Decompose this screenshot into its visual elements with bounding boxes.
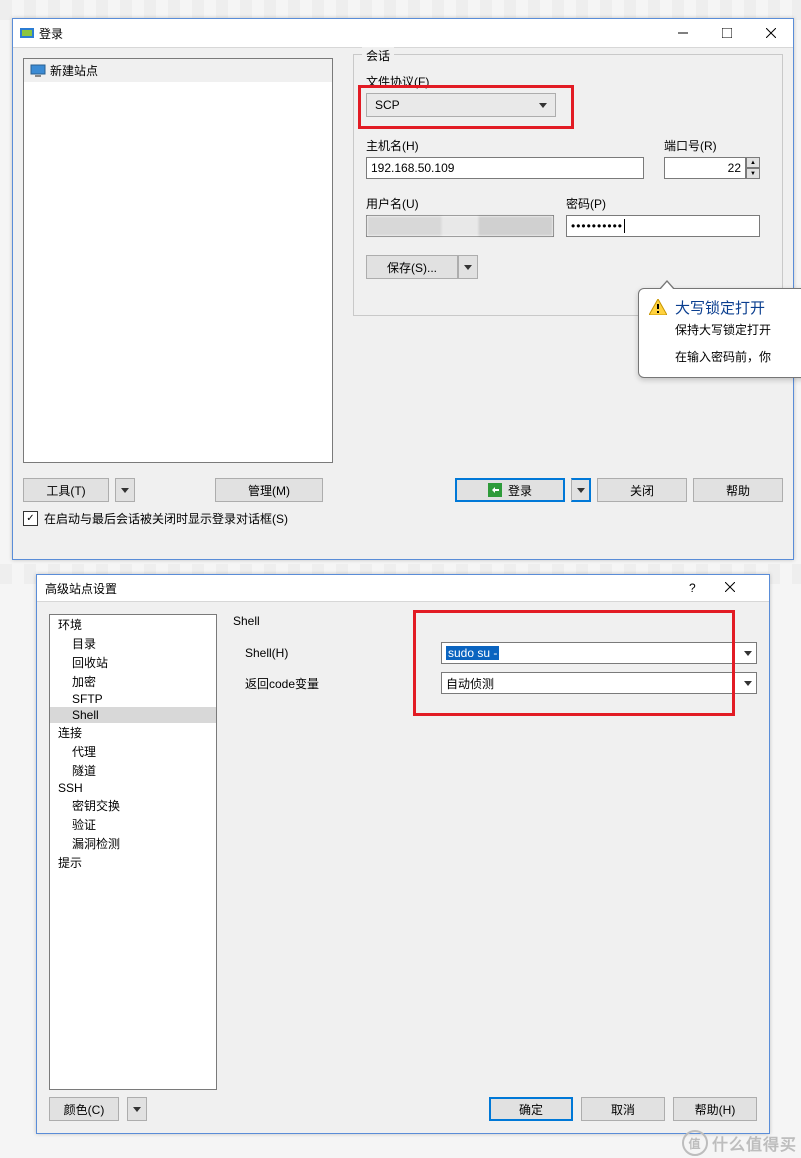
port-input[interactable]: 22 ▲ ▼ bbox=[664, 157, 760, 179]
warning-icon bbox=[649, 299, 667, 315]
watermark-text: 什么值得买 bbox=[712, 1131, 797, 1155]
capslock-callout: 大写锁定打开 保持大写锁定打开 在输入密码前，你 bbox=[638, 288, 801, 378]
app-icon bbox=[19, 25, 35, 41]
tree-auth[interactable]: 验证 bbox=[50, 815, 216, 834]
shell-panel: Shell Shell(H) sudo su - 返回code变量 自动侦测 bbox=[233, 614, 757, 694]
advanced-title: 高级站点设置 bbox=[45, 580, 689, 597]
monitor-icon bbox=[30, 64, 46, 78]
tree-sftp[interactable]: SFTP bbox=[50, 691, 216, 707]
close-button[interactable] bbox=[749, 19, 793, 47]
tree-dir[interactable]: 目录 bbox=[50, 634, 216, 653]
tree-recycle[interactable]: 回收站 bbox=[50, 653, 216, 672]
startup-checkbox-row[interactable]: ✓ 在启动与最后会话被关闭时显示登录对话框(S) bbox=[23, 510, 288, 527]
shell-label: Shell(H) bbox=[233, 646, 441, 660]
background-toolbar bbox=[0, 0, 801, 20]
tree-hint[interactable]: 提示 bbox=[50, 853, 216, 872]
capslock-line1: 保持大写锁定打开 bbox=[675, 321, 801, 340]
protocol-combo[interactable]: SCP bbox=[366, 93, 556, 117]
advanced-titlebar: 高级站点设置 ? bbox=[37, 575, 769, 602]
site-item-new[interactable]: 新建站点 bbox=[24, 59, 332, 82]
tree-conn[interactable]: 连接 bbox=[50, 723, 216, 742]
save-splitbutton[interactable]: 保存(S)... bbox=[366, 255, 478, 279]
cancel-button[interactable]: 取消 bbox=[581, 1097, 665, 1121]
tree-proxy[interactable]: 代理 bbox=[50, 742, 216, 761]
chevron-down-icon bbox=[464, 265, 472, 270]
capslock-line2: 在输入密码前，你 bbox=[675, 348, 801, 367]
port-label: 端口号(R) bbox=[664, 137, 717, 154]
tree-env[interactable]: 环境 bbox=[50, 615, 216, 634]
spin-down-icon[interactable]: ▼ bbox=[746, 168, 760, 179]
chevron-down-icon bbox=[744, 651, 752, 656]
settings-tree[interactable]: 环境 目录 回收站 加密 SFTP Shell 连接 代理 隧道 SSH 密钥交… bbox=[49, 614, 217, 1090]
tree-kex[interactable]: 密钥交换 bbox=[50, 796, 216, 815]
password-input[interactable]: •••••••••• bbox=[566, 215, 760, 237]
chevron-down-icon bbox=[577, 488, 585, 493]
help-icon-button[interactable]: ? bbox=[689, 581, 725, 595]
maximize-button[interactable] bbox=[705, 19, 749, 47]
chevron-down-icon bbox=[133, 1107, 141, 1112]
text-cursor bbox=[624, 219, 625, 233]
protocol-label: 文件协议(F) bbox=[366, 73, 429, 90]
tree-encrypt[interactable]: 加密 bbox=[50, 672, 216, 691]
tree-tunnel[interactable]: 隧道 bbox=[50, 761, 216, 780]
watermark-icon: 值 bbox=[682, 1130, 708, 1156]
password-label: 密码(P) bbox=[566, 195, 606, 212]
help-button[interactable]: 帮助 bbox=[693, 478, 783, 502]
chevron-down-icon bbox=[744, 681, 752, 686]
spin-up-icon[interactable]: ▲ bbox=[746, 157, 760, 168]
tree-shell[interactable]: Shell bbox=[50, 707, 216, 723]
manage-button[interactable]: 管理(M) bbox=[215, 478, 323, 502]
login-icon bbox=[488, 483, 502, 497]
color-dropdown[interactable] bbox=[127, 1097, 147, 1121]
username-value-obscured bbox=[367, 216, 553, 236]
return-combo[interactable]: 自动侦测 bbox=[441, 672, 757, 694]
capslock-title: 大写锁定打开 bbox=[675, 297, 801, 321]
login-button[interactable]: 登录 bbox=[455, 478, 565, 502]
site-tree[interactable]: 新建站点 bbox=[23, 58, 333, 463]
color-button[interactable]: 颜色(C) bbox=[49, 1097, 119, 1121]
minimize-button[interactable] bbox=[661, 19, 705, 47]
return-label: 返回code变量 bbox=[233, 675, 441, 692]
ok-button[interactable]: 确定 bbox=[489, 1097, 573, 1121]
login-titlebar: 登录 bbox=[13, 19, 793, 48]
advanced-dialog: 高级站点设置 ? 环境 目录 回收站 加密 SFTP Shell 连接 代理 隧… bbox=[36, 574, 770, 1134]
login-title: 登录 bbox=[39, 25, 63, 42]
tree-ssh[interactable]: SSH bbox=[50, 780, 216, 796]
return-row: 返回code变量 自动侦测 bbox=[233, 672, 757, 694]
host-label: 主机名(H) bbox=[366, 137, 419, 154]
login-dropdown[interactable] bbox=[571, 478, 591, 502]
checkbox-icon[interactable]: ✓ bbox=[23, 511, 38, 526]
tools-dropdown[interactable] bbox=[115, 478, 135, 502]
tree-vuln[interactable]: 漏洞检测 bbox=[50, 834, 216, 853]
host-input[interactable]: 192.168.50.109 bbox=[366, 157, 644, 179]
close-button[interactable] bbox=[725, 581, 769, 595]
shell-row: Shell(H) sudo su - bbox=[233, 642, 757, 664]
watermark: 值 什么值得买 bbox=[682, 1130, 797, 1156]
site-item-label: 新建站点 bbox=[50, 62, 98, 79]
chevron-down-icon bbox=[539, 103, 547, 108]
shell-group-label: Shell bbox=[233, 614, 757, 628]
username-label: 用户名(U) bbox=[366, 195, 419, 212]
username-input[interactable] bbox=[366, 215, 554, 237]
close-window-button[interactable]: 关闭 bbox=[597, 478, 687, 502]
help-button[interactable]: 帮助(H) bbox=[673, 1097, 757, 1121]
tools-button[interactable]: 工具(T) bbox=[23, 478, 109, 502]
chevron-down-icon bbox=[121, 488, 129, 493]
shell-combo[interactable]: sudo su - bbox=[441, 642, 757, 664]
session-group-label: 会话 bbox=[362, 47, 394, 64]
session-group: 会话 文件协议(F) SCP 主机名(H) 192.168.50.109 端口号… bbox=[353, 54, 783, 316]
startup-checkbox-label: 在启动与最后会话被关闭时显示登录对话框(S) bbox=[44, 510, 288, 527]
